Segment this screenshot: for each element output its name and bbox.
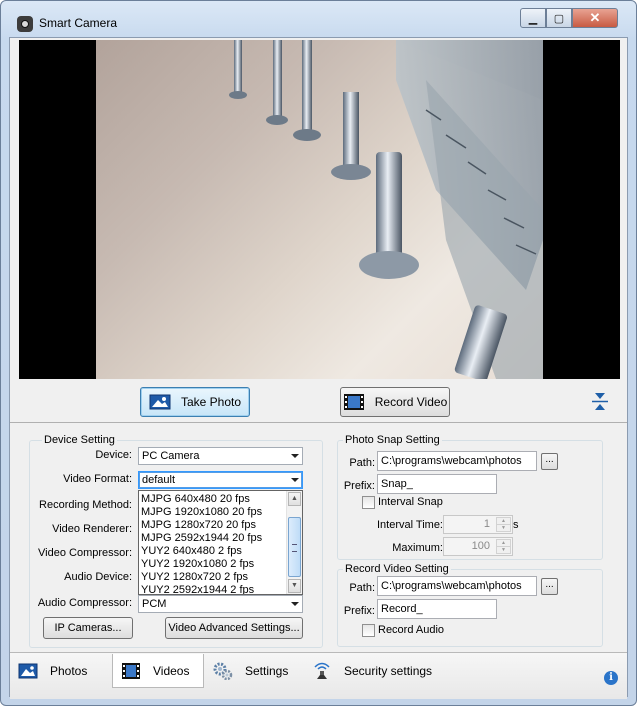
ip-cameras-button[interactable]: IP Cameras... [43,617,133,639]
record-prefix-input[interactable]: Record_ [377,599,497,619]
photo-prefix-label: Prefix: [343,480,375,492]
record-path-label: Path: [349,582,375,594]
chevron-down-icon [291,478,299,482]
video-format-option[interactable]: YUY2 1280x720 2 fps [141,571,248,584]
photo-path-input[interactable]: C:\programs\webcam\photos [377,451,537,471]
record-audio-checkbox[interactable] [362,624,375,637]
maximum-label: Maximum: [392,542,443,554]
settings-panel: Device Setting Device: PC Camera Video F… [10,422,627,653]
video-format-label: Video Format: [63,473,132,485]
scroll-up-icon[interactable]: ▲ [288,492,301,506]
tab-photos[interactable]: Photos [18,654,110,688]
maximum-value: 100 [471,540,490,552]
camera-frame-drawing [216,40,543,379]
video-format-dropdown-list[interactable]: MJPG 640x480 20 fps MJPG 1920x1080 20 fp… [138,490,303,595]
record-video-button[interactable]: Record Video [340,387,450,417]
record-path-browse-button[interactable]: ... [541,578,558,595]
tab-videos-label: Videos [153,663,190,678]
video-format-option[interactable]: MJPG 640x480 20 fps [141,493,250,506]
tab-security-settings[interactable]: Security settings [312,654,462,688]
video-format-select[interactable]: default [138,471,303,489]
device-select[interactable]: PC Camera [138,447,303,465]
app-window: Smart Camera ▁ ▢ ✕ Take Photo Record Vid… [0,0,637,706]
video-format-option[interactable]: YUY2 2592x1944 2 fps [141,584,254,594]
take-photo-label: Take Photo [180,395,242,409]
tab-settings[interactable]: Settings [213,654,303,688]
close-button[interactable]: ✕ [572,8,618,28]
audio-compressor-value: PCM [142,598,167,610]
photo-prefix-input[interactable]: Snap_ [377,474,497,494]
scroll-down-icon[interactable]: ▼ [288,579,301,593]
dropdown-scrollbar[interactable]: ▲ ▼ [286,491,302,594]
record-video-legend: Record Video Setting [343,563,451,575]
video-format-option[interactable]: MJPG 1280x720 20 fps [141,519,256,532]
photo-snap-legend: Photo Snap Setting [343,434,442,446]
minimize-icon: ▁ [528,12,538,25]
tab-security-settings-label: Security settings [344,664,433,678]
security-icon [314,662,330,679]
take-photo-button[interactable]: Take Photo [140,387,250,417]
record-path-input[interactable]: C:\programs\webcam\photos [377,576,537,596]
camera-app-icon [17,16,33,32]
maximize-icon: ▢ [553,12,565,25]
record-prefix-label: Prefix: [343,605,375,617]
video-format-option[interactable]: YUY2 640x480 2 fps [141,545,242,558]
gears-icon [213,662,233,680]
video-compressor-label: Video Compressor: [38,547,132,559]
video-format-option[interactable]: MJPG 2592x1944 20 fps [141,532,262,545]
maximum-stepper[interactable]: 100 ▲ ▼ [443,537,513,556]
device-value: PC Camera [142,450,200,462]
info-icon[interactable]: i [604,671,618,685]
stepper-down-icon: ▼ [496,546,511,554]
device-setting-legend: Device Setting [42,434,117,446]
interval-snap-checkbox[interactable] [362,496,375,509]
photo-path-label: Path: [349,457,375,469]
tab-videos[interactable]: Videos [112,654,204,688]
video-advanced-settings-button[interactable]: Video Advanced Settings... [165,617,303,639]
scroll-thumb[interactable] [288,517,301,577]
audio-compressor-label: Audio Compressor: [37,597,132,609]
chevron-down-icon [291,454,299,458]
client-area: Take Photo Record Video Device Setting D… [9,37,628,699]
record-audio-label: Record Audio [378,624,445,636]
video-renderer-label: Video Renderer: [52,523,132,535]
interval-time-stepper[interactable]: 1 ▲ ▼ [443,515,513,534]
video-format-option[interactable]: MJPG 1920x1080 20 fps [141,506,262,519]
bottom-tab-bar: Photos Videos Settings Security settings… [10,652,627,699]
film-icon [343,394,364,410]
collapse-panel-icon[interactable] [591,391,609,413]
audio-device-label: Audio Device: [64,571,132,583]
video-format-value: default [142,474,176,486]
capture-actions: Take Photo Record Video [10,379,627,423]
recording-method-label: Recording Method: [39,499,132,511]
tab-settings-label: Settings [245,664,289,678]
device-label: Device: [95,449,132,461]
window-title: Smart Camera [39,16,118,30]
close-icon: ✕ [589,10,601,25]
video-format-option[interactable]: YUY2 1920x1080 2 fps [141,558,254,571]
photo-icon [149,394,171,410]
photo-path-browse-button[interactable]: ... [541,453,558,470]
maximize-button[interactable]: ▢ [546,8,572,28]
tab-photos-label: Photos [50,664,88,678]
audio-compressor-select[interactable]: PCM [138,595,303,613]
interval-snap-label: Interval Snap [378,496,443,508]
interval-unit-label: s [513,519,519,531]
minimize-button[interactable]: ▁ [520,8,546,28]
camera-frame-image [96,40,543,379]
interval-time-value: 1 [483,518,490,530]
chevron-down-icon [291,602,299,606]
title-bar[interactable]: Smart Camera ▁ ▢ ✕ [1,1,636,37]
photo-icon [18,663,38,679]
stepper-down-icon: ▼ [496,524,511,532]
interval-time-label: Interval Time: [376,519,443,531]
film-icon [122,662,140,679]
record-video-label: Record Video [374,395,448,409]
camera-preview [19,40,620,379]
